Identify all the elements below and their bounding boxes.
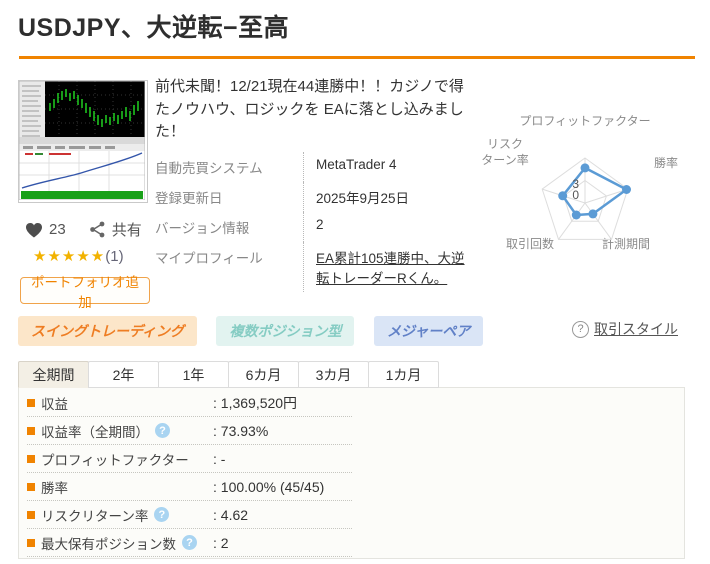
product-thumbnail[interactable]	[18, 80, 148, 203]
tab-3months[interactable]: 3カ月	[298, 361, 369, 388]
info-value: 2025年9月25日	[303, 182, 467, 212]
bullet-icon	[27, 538, 35, 547]
info-row: 自動売買システム MetaTrader 4	[155, 152, 467, 182]
add-portfolio-button[interactable]: ポートフォリオ追加	[20, 275, 150, 310]
info-label: 登録更新日	[155, 191, 223, 206]
share-icon	[88, 220, 107, 239]
info-label: バージョン情報	[155, 221, 250, 236]
info-label: マイプロフィール	[155, 251, 263, 266]
tags-row: スイングトレーディング 複数ポジション型 メジャーペア ? 取引スタイル	[18, 316, 694, 346]
rating[interactable]: ★★★★★(1)	[33, 247, 124, 265]
bullet-icon	[27, 454, 35, 463]
info-row: バージョン情報 2	[155, 212, 467, 242]
info-label: 自動売買システム	[155, 161, 263, 176]
tag-major-pair[interactable]: メジャーペア	[373, 316, 484, 346]
product-page: USDJPY、大逆転−至高 23 共有 ★★★★★(1) ポートフォリオ追加 前…	[0, 0, 710, 564]
period-tabs: 全期間 2年 1年 6カ月 3カ月 1カ月	[18, 361, 439, 388]
like-button[interactable]: 23	[24, 221, 66, 239]
heart-icon	[24, 221, 44, 239]
title-underline	[19, 56, 695, 59]
radar-chart: プロフィットファクター 勝率 計測期間 取引回数 リスク ターン率 30	[462, 72, 708, 272]
stats-panel: 収益 : 1,369,520円 収益率（全期間） ? : 73.93% プロフィ…	[18, 387, 685, 564]
bullet-icon	[27, 482, 35, 491]
info-value: MetaTrader 4	[303, 152, 467, 182]
social-row: 23 共有	[24, 219, 146, 240]
question-circle-icon: ?	[572, 320, 589, 338]
stat-row-profit-factor: プロフィットファクター : -	[27, 445, 352, 473]
chart-thumbnail-image	[18, 80, 146, 201]
tag-multi-position[interactable]: 複数ポジション型	[216, 316, 355, 346]
stat-row-win-rate: 勝率 : 100.00% (45/45)	[27, 473, 352, 501]
bullet-icon	[27, 510, 35, 519]
tab-all-period[interactable]: 全期間	[18, 361, 89, 388]
share-label: 共有	[111, 222, 142, 239]
stat-row-risk-return: リスクリターン率 ? : 4.62	[27, 501, 352, 529]
profile-link[interactable]: EA累計105連勝中、大逆転トレーダーRくん。	[316, 251, 465, 286]
product-info-table: 自動売買システム MetaTrader 4 登録更新日 2025年9月25日 バ…	[155, 152, 467, 292]
info-row: 登録更新日 2025年9月25日	[155, 182, 467, 212]
radar-axis-profit-factor: プロフィットファクター	[519, 114, 651, 128]
help-icon[interactable]: ?	[154, 507, 170, 522]
stat-row-return-rate: 収益率（全期間） ? : 73.93%	[27, 417, 352, 445]
bullet-icon	[27, 398, 35, 407]
share-button[interactable]: 共有	[88, 219, 142, 240]
tab-6months[interactable]: 6カ月	[228, 361, 299, 388]
stat-row-max-positions: 最大保有ポジション数 ? : 2	[27, 529, 352, 557]
trade-style-label: 取引スタイル	[594, 321, 678, 337]
product-description: 前代未聞！12/21現在44連勝中！！カジノで得たノウハウ、ロジックを EAに落…	[155, 78, 464, 140]
radar-plot: 30	[541, 157, 631, 240]
tab-2years[interactable]: 2年	[88, 361, 159, 388]
info-row: マイプロフィール EA累計105連勝中、大逆転トレーダーRくん。	[155, 242, 467, 292]
star-icons: ★★★★★	[33, 248, 106, 265]
svg-text:0: 0	[572, 188, 579, 202]
like-count: 23	[49, 221, 66, 238]
trade-style-link[interactable]: ? 取引スタイル	[572, 319, 678, 339]
help-icon[interactable]: ?	[155, 423, 170, 438]
review-count: (1)	[105, 248, 124, 265]
bullet-icon	[27, 426, 35, 435]
tab-1month[interactable]: 1カ月	[368, 361, 439, 388]
tag-swing-trading[interactable]: スイングトレーディング	[18, 316, 198, 346]
help-icon[interactable]: ?	[182, 535, 197, 550]
stat-row-avg-profit: 平均利益 : 29,591円	[27, 557, 352, 564]
tab-1year[interactable]: 1年	[158, 361, 229, 388]
page-title: USDJPY、大逆転−至高	[18, 14, 290, 42]
info-value: 2	[303, 212, 467, 242]
stat-row-profit: 収益 : 1,369,520円	[27, 389, 352, 417]
